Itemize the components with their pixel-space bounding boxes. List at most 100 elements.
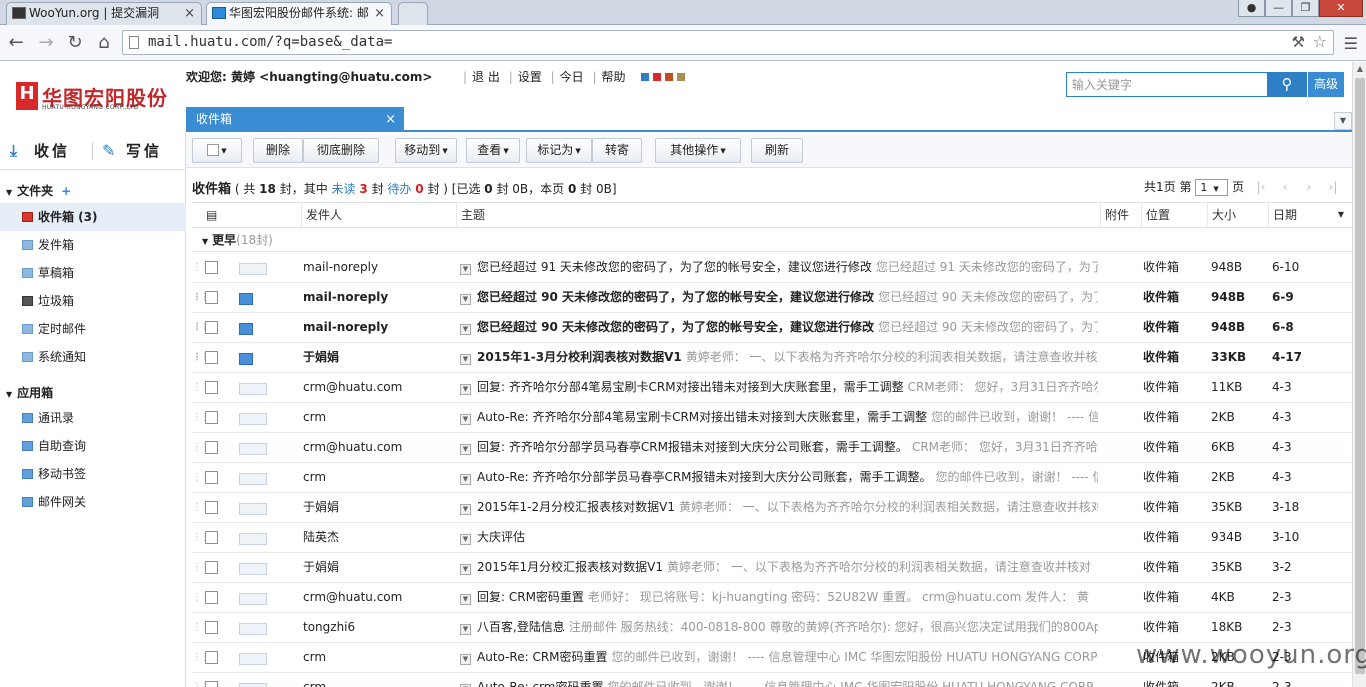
row-sender[interactable]: crm	[303, 403, 453, 432]
table-row[interactable]: ⋮⋮ mail-noreply ▼ 您已经超过 90 天未修改您的密码了，为了您的帐号…	[192, 313, 1352, 343]
home-icon[interactable]: ⌂	[93, 32, 115, 54]
sidebar-item-scheduled[interactable]: 定时邮件	[0, 315, 186, 343]
compose-button[interactable]: ✎ 写信	[102, 140, 162, 161]
new-tab-button[interactable]	[398, 2, 428, 25]
row-checkbox[interactable]	[205, 651, 218, 664]
reload-icon[interactable]: ↻	[64, 32, 86, 54]
column-date[interactable]: 日期 ▼	[1268, 203, 1352, 227]
table-row[interactable]: ⋮⋮ 陆英杰 ▼ 大庆评估 收件箱 934B 3-10	[192, 523, 1352, 553]
view-dropdown[interactable]: 查看 ▼	[466, 138, 520, 163]
scroll-thumb[interactable]	[1355, 78, 1365, 674]
row-sender[interactable]: mail-noreply	[303, 253, 453, 282]
row-sender[interactable]: 于娟娟	[303, 493, 453, 522]
row-subject[interactable]: ▼ Auto-Re: 齐齐哈尔分部学员马春亭CRM报错未对接到大庆分公司账套，需手…	[460, 463, 1098, 492]
prev-page-icon[interactable]: ‹	[1274, 180, 1296, 194]
row-subject[interactable]: ▼ 您已经超过 90 天未修改您的密码了，为了您的帐号安全，建议您进行修改 您已经超…	[460, 313, 1098, 342]
column-subject[interactable]: 主题	[456, 203, 1100, 227]
minimize-icon[interactable]: —	[1265, 0, 1292, 17]
row-checkbox[interactable]	[205, 291, 218, 304]
tab-list-dropdown[interactable]: ▼	[1334, 112, 1352, 130]
logout-link[interactable]: 退 出	[472, 70, 500, 84]
row-checkbox[interactable]	[205, 411, 218, 424]
next-page-icon[interactable]: ›	[1298, 180, 1320, 194]
column-attachment[interactable]: 附件	[1100, 203, 1141, 227]
select-all-dropdown[interactable]: ▼	[192, 138, 242, 163]
chevron-down-icon[interactable]: ▼	[460, 534, 471, 545]
receive-button[interactable]: ⤓ 收信	[10, 140, 70, 161]
row-sender[interactable]: crm@huatu.com	[303, 373, 453, 402]
browser-menu-icon[interactable]: ☰	[1344, 34, 1358, 53]
row-checkbox[interactable]	[205, 471, 218, 484]
sidebar-item-trash[interactable]: 垃圾箱	[0, 287, 186, 315]
close-icon[interactable]: ×	[184, 3, 195, 24]
table-row[interactable]: ⋮⋮crm▼Auto-Re: crm密码重置您的邮件已收到，谢谢！ ---- 信…	[192, 673, 1352, 687]
row-sender[interactable]: 于娟娟	[303, 343, 453, 372]
move-to-dropdown[interactable]: 移动到 ▼	[395, 138, 457, 163]
browser-tab-mail[interactable]: 华图宏阳股份邮件系统: 邮 ×	[206, 2, 392, 26]
skin-khaki-icon[interactable]	[677, 73, 686, 81]
row-sender[interactable]: tongzhi6	[303, 613, 453, 642]
row-subject[interactable]: ▼ 您已经超过 90 天未修改您的密码了，为了您的帐号安全，建议您进行修改 您已经超…	[460, 283, 1098, 312]
pending-filter-link[interactable]: 待办	[387, 182, 411, 196]
chevron-down-icon[interactable]: ▼	[460, 594, 471, 605]
row-sender[interactable]: 于娟娟	[303, 553, 453, 582]
url-input[interactable]: mail.huatu.com/?q=base&_data= ⚒ ☆	[122, 30, 1334, 55]
window-close-icon[interactable]: ✕	[1319, 0, 1363, 17]
page-select[interactable]: 1 ▼	[1195, 179, 1229, 196]
sidebar-item-outbox[interactable]: 发件箱	[0, 231, 186, 259]
first-page-icon[interactable]: |‹	[1250, 180, 1272, 194]
chevron-down-icon[interactable]: ▼	[460, 474, 471, 485]
column-options-icon[interactable]: ▤	[192, 203, 301, 227]
last-page-icon[interactable]: ›|	[1322, 180, 1344, 194]
row-sender[interactable]: crm	[303, 643, 453, 672]
row-checkbox[interactable]	[205, 351, 218, 364]
row-checkbox[interactable]	[205, 321, 218, 334]
row-subject[interactable]: ▼ 2015年1-2月分校汇报表核对数据V1 黄婷老师： 一、以下表格为齐齐哈尔分校…	[460, 493, 1098, 522]
row-checkbox[interactable]	[205, 441, 218, 454]
row-sender[interactable]: crm	[303, 673, 453, 687]
search-button[interactable]: ⚲	[1267, 72, 1307, 97]
sidebar-item-contacts[interactable]: 通讯录	[0, 404, 186, 432]
close-icon[interactable]: ×	[374, 3, 385, 24]
row-subject[interactable]: ▼ 2015年1-3月分校利润表核对数据V1 黄婷老师： 一、以下表格为齐齐哈尔分校…	[460, 343, 1098, 372]
wrench-icon[interactable]: ⚒	[1292, 33, 1305, 51]
forward-icon[interactable]: →	[35, 32, 57, 54]
row-checkbox[interactable]	[205, 621, 218, 634]
unread-filter-link[interactable]: 未读	[332, 182, 356, 196]
row-subject[interactable]: ▼ 您已经超过 91 天未修改您的密码了，为了您的帐号安全，建议您进行修改 您已经超…	[460, 253, 1098, 282]
row-subject[interactable]: ▼ 八百客,登陆信息 注册邮件 服务热线：400-0818-800 尊敬的黄婷(齐齐…	[460, 613, 1098, 642]
table-row[interactable]: ⋮⋮ mail-noreply ▼ 您已经超过 90 天未修改您的密码了，为了您的帐号…	[192, 283, 1352, 313]
tab-inbox[interactable]: 收件箱 ×	[186, 107, 404, 132]
row-checkbox[interactable]	[205, 591, 218, 604]
row-subject[interactable]: ▼ 大庆评估	[460, 523, 1098, 552]
chevron-down-icon[interactable]: ▼	[460, 564, 471, 575]
restore-icon[interactable]: ❐	[1292, 0, 1319, 17]
chevron-down-icon[interactable]: ▼	[460, 384, 471, 395]
help-link[interactable]: 帮助	[602, 70, 626, 84]
browser-tab-wooyun[interactable]: WooYun.org | 提交漏洞 ×	[6, 2, 202, 25]
row-subject[interactable]: ▼ 回复: 齐齐哈尔分部4笔易宝刷卡CRM对接出错未对接到大庆账套里，需手工调整 C…	[460, 373, 1098, 402]
row-sender[interactable]: mail-noreply	[303, 283, 453, 312]
row-subject[interactable]: ▼ 2015年1月分校汇报表核对数据V1 黄婷老师： 一、以下表格为齐齐哈尔分校的利…	[460, 553, 1098, 582]
delete-button[interactable]: 删除	[253, 138, 303, 163]
settings-link[interactable]: 设置	[518, 70, 542, 84]
group-earlier[interactable]: ▼ 更早(18封)	[192, 228, 1352, 252]
sidebar-item-inbox[interactable]: 收件箱 (3)	[0, 203, 186, 231]
chevron-down-icon[interactable]: ▼	[460, 264, 471, 275]
column-location[interactable]: 位置	[1141, 203, 1207, 227]
skin-orange-icon[interactable]	[665, 73, 674, 81]
table-row[interactable]: ⋮⋮ crm@huatu.com ▼ 回复: 齐齐哈尔分部学员马春亭CRM报错未对接到…	[192, 433, 1352, 463]
chevron-down-icon[interactable]: ▼	[460, 414, 471, 425]
row-subject[interactable]: ▼ 回复: 齐齐哈尔分部学员马春亭CRM报错未对接到大庆分公司账套，需手工调整。 C…	[460, 433, 1098, 462]
search-input[interactable]	[1066, 72, 1268, 97]
chevron-down-icon[interactable]: ▼	[460, 624, 471, 635]
table-row[interactable]: ⋮⋮ 于娟娟 ▼ 2015年1-2月分校汇报表核对数据V1 黄婷老师： 一、以下表格为齐…	[192, 493, 1352, 523]
table-row[interactable]: ⋮⋮ crm@huatu.com ▼ 回复: 齐齐哈尔分部4笔易宝刷卡CRM对接出错未…	[192, 373, 1352, 403]
sidebar-item-drafts[interactable]: 草稿箱	[0, 259, 186, 287]
chevron-down-icon[interactable]: ▼	[460, 354, 471, 365]
chevron-down-icon[interactable]: ▼	[460, 504, 471, 515]
sidebar-item-bookmarks[interactable]: 移动书签	[0, 460, 186, 488]
today-link[interactable]: 今日	[560, 70, 584, 84]
other-actions-dropdown[interactable]: 其他操作 ▼	[655, 138, 741, 163]
chevron-down-icon[interactable]: ▼	[460, 654, 471, 665]
